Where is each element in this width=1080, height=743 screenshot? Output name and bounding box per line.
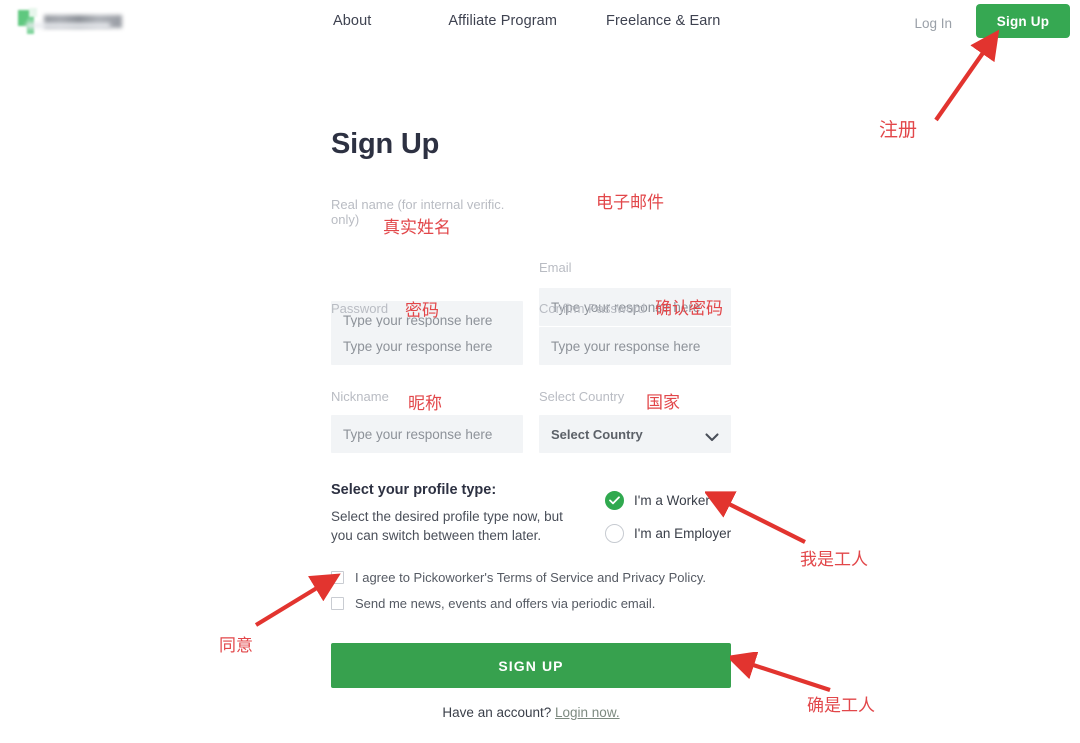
annotation-register: 注册 <box>879 119 918 141</box>
signup-form: Sign Up Real name (for internal verific.… <box>331 128 731 477</box>
field-group-confirm-password: Confirm Password <box>539 301 731 365</box>
login-now-link[interactable]: Login now. <box>555 705 620 720</box>
logo-mark-icon <box>18 8 40 34</box>
form-row-name-email: Real name (for internal verific. only) E… <box>331 197 731 339</box>
profile-type-radio-group: I'm a Worker I'm an Employer <box>605 491 731 557</box>
profile-type-description: Select the desired profile type now, but… <box>331 509 563 543</box>
arrow-to-signup-button <box>934 29 1000 122</box>
checkbox-terms-row[interactable]: I agree to Pickoworker's Terms of Servic… <box>331 570 751 585</box>
password-input[interactable] <box>331 327 523 365</box>
main-navigation: About Affiliate Program Freelance & Earn <box>333 13 720 29</box>
annotation-i-am-worker: 我是工人 <box>800 550 868 570</box>
form-row-passwords: Password Confirm Password <box>331 301 731 367</box>
radio-label-employer: I'm an Employer <box>634 526 732 541</box>
nav-item-about[interactable]: About <box>333 13 371 29</box>
radio-option-employer[interactable]: I'm an Employer <box>605 524 731 543</box>
page-title: Sign Up <box>331 128 440 160</box>
checkbox-newsletter-row[interactable]: Send me news, events and offers via peri… <box>331 596 751 611</box>
field-group-real-name: Real name (for internal verific. only) <box>331 197 523 339</box>
annotation-agree: 同意 <box>219 636 253 656</box>
header-signup-button[interactable]: Sign Up <box>976 4 1070 38</box>
checkbox-terms-icon[interactable] <box>331 571 344 584</box>
site-header: About Affiliate Program Freelance & Earn… <box>0 0 1080 42</box>
label-password: Password <box>331 301 389 316</box>
field-group-country: Select Country Select Country <box>539 389 731 453</box>
confirm-password-input[interactable] <box>539 327 731 365</box>
nav-item-freelance-earn[interactable]: Freelance & Earn <box>606 13 720 29</box>
annotation-confirm-worker: 确是工人 <box>807 696 875 716</box>
nickname-input[interactable] <box>331 415 523 453</box>
checkbox-terms-label: I agree to Pickoworker's Terms of Servic… <box>355 570 706 585</box>
radio-selected-icon <box>605 491 624 510</box>
label-select-country: Select Country <box>539 389 625 404</box>
chevron-down-icon <box>705 430 719 441</box>
site-logo[interactable] <box>18 6 134 36</box>
arrow-to-submit-button <box>730 652 831 692</box>
field-group-nickname: Nickname <box>331 389 523 453</box>
radio-unselected-icon <box>605 524 624 543</box>
country-select-value: Select Country <box>551 426 643 442</box>
profile-type-section: Select your profile type: Select the des… <box>331 482 735 545</box>
header-login-link[interactable]: Log In <box>914 16 952 31</box>
field-group-password: Password <box>331 301 523 365</box>
have-account-text: Have an account? Login now. <box>331 705 731 720</box>
radio-option-worker[interactable]: I'm a Worker <box>605 491 731 510</box>
checkbox-newsletter-label: Send me news, events and offers via peri… <box>355 596 656 611</box>
signup-submit-button[interactable]: SIGN UP <box>331 643 731 688</box>
nav-item-affiliate-program[interactable]: Affiliate Program <box>448 13 557 29</box>
radio-label-worker: I'm a Worker <box>634 493 710 508</box>
label-nickname: Nickname <box>331 389 389 404</box>
label-confirm-password: Confirm Password <box>539 301 646 316</box>
have-account-label: Have an account? <box>442 705 552 720</box>
arrow-to-terms-checkbox <box>254 573 341 627</box>
form-row-nickname-country: Nickname Select Country Select Country <box>331 389 731 455</box>
country-select[interactable]: Select Country <box>539 415 731 453</box>
label-real-name: Real name (for internal verific. only) <box>331 197 505 227</box>
label-email: Email <box>539 260 572 275</box>
logo-underline <box>26 23 110 28</box>
checkbox-newsletter-icon[interactable] <box>331 597 344 610</box>
agreements-section: I agree to Pickoworker's Terms of Servic… <box>331 570 751 622</box>
